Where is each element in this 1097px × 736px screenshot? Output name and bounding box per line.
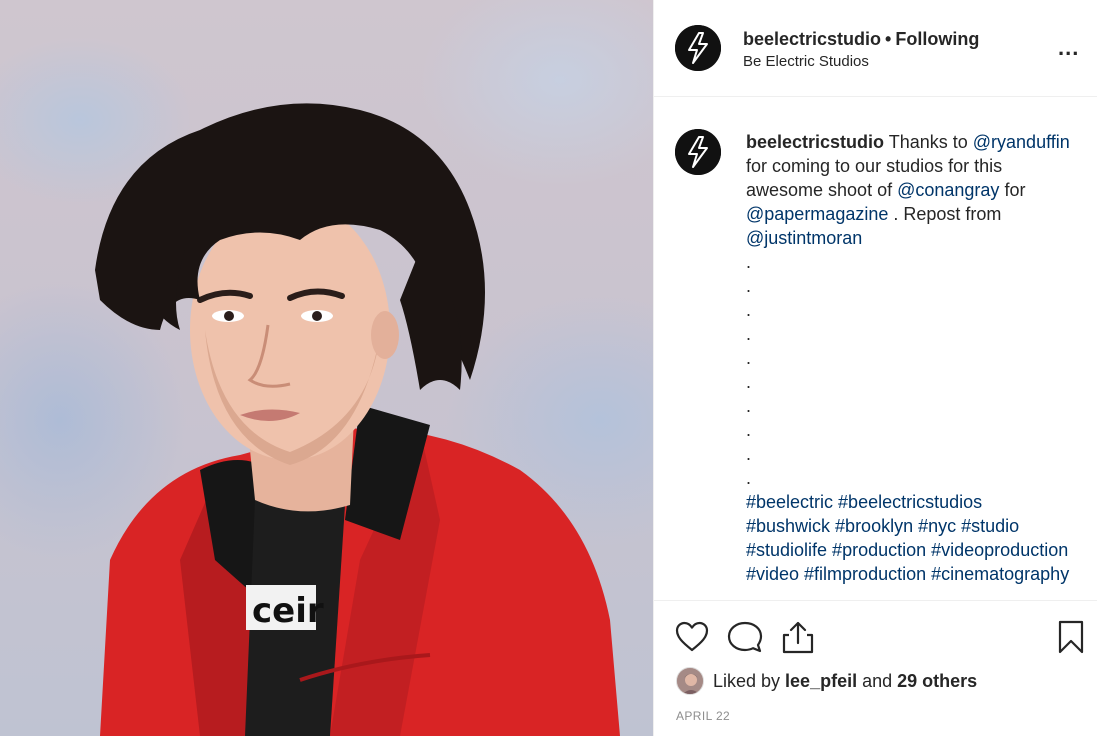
- caption-dot: .: [746, 300, 752, 320]
- share-icon[interactable]: [780, 619, 816, 655]
- caption-dot: .: [746, 324, 752, 344]
- mention-ryanduffin[interactable]: @ryanduffin: [973, 132, 1070, 152]
- bookmark-icon-svg: [1058, 620, 1084, 654]
- caption-dot: .: [746, 444, 752, 464]
- post-actions: Liked by lee_pfeil and 29 others APRIL 2…: [654, 600, 1097, 736]
- post-caption: beelectricstudio Thanks to @ryanduffin f…: [746, 130, 1071, 586]
- lightning-logo-icon: [675, 129, 721, 175]
- caption-text: for: [999, 180, 1026, 200]
- heart-icon[interactable]: [674, 619, 710, 655]
- mention-conangray[interactable]: @conangray: [897, 180, 999, 200]
- caption-dot: .: [746, 348, 752, 368]
- caption-username-link[interactable]: beelectricstudio: [746, 132, 884, 152]
- caption-dot: .: [746, 468, 752, 488]
- bookmark-icon[interactable]: [1053, 619, 1089, 655]
- caption-dot: .: [746, 396, 752, 416]
- location-link[interactable]: Be Electric Studios: [743, 53, 869, 70]
- comment-icon-svg: [727, 621, 763, 653]
- portrait-illustration: ceir: [95, 103, 620, 736]
- caption-dots: . . . . . . . . . .: [746, 250, 1071, 490]
- post-header: beelectricstudio • Following Be Electric S…: [654, 0, 1097, 97]
- likes-text: Liked by lee_pfeil and 29 others: [713, 671, 977, 692]
- share-icon-svg: [782, 621, 814, 654]
- mention-justintmoran[interactable]: @justintmoran: [746, 228, 862, 248]
- caption-dot: .: [746, 420, 752, 440]
- comment-icon[interactable]: [727, 619, 763, 655]
- header-separator: •: [885, 29, 892, 49]
- post-photo[interactable]: ceir: [0, 0, 653, 736]
- liker-avatar[interactable]: [676, 667, 704, 695]
- caption-dot: .: [746, 276, 752, 296]
- caption-area[interactable]: beelectricstudio Thanks to @ryanduffin f…: [654, 98, 1097, 598]
- liker-username-link[interactable]: lee_pfeil: [785, 671, 857, 691]
- likes-prefix: Liked by: [713, 671, 786, 691]
- svg-text:ceir: ceir: [252, 591, 324, 631]
- post-side-panel: beelectricstudio • Following Be Electric S…: [653, 0, 1097, 736]
- caption-dot: .: [746, 252, 752, 272]
- post-date[interactable]: APRIL 22: [676, 709, 730, 723]
- header-user-line: beelectricstudio • Following: [743, 29, 979, 50]
- caption-hashtags[interactable]: #beelectric #beelectricstudios #bushwick…: [746, 490, 1071, 586]
- heart-icon-svg: [675, 621, 709, 652]
- following-button[interactable]: Following: [895, 29, 979, 49]
- more-options-icon[interactable]: ...: [1058, 37, 1088, 59]
- caption-avatar[interactable]: [675, 129, 721, 175]
- likes-others-link[interactable]: 29 others: [897, 671, 977, 691]
- likes-middle: and: [857, 671, 898, 691]
- lightning-logo-icon: [675, 25, 721, 71]
- caption-text: . Repost from: [888, 204, 1002, 224]
- profile-avatar[interactable]: [675, 25, 721, 71]
- liker-avatar-image: [677, 668, 703, 694]
- caption-dot: .: [746, 372, 752, 392]
- header-username-link[interactable]: beelectricstudio: [743, 29, 881, 49]
- mention-papermagazine[interactable]: @papermagazine: [746, 204, 888, 224]
- caption-text: Thanks to: [884, 132, 973, 152]
